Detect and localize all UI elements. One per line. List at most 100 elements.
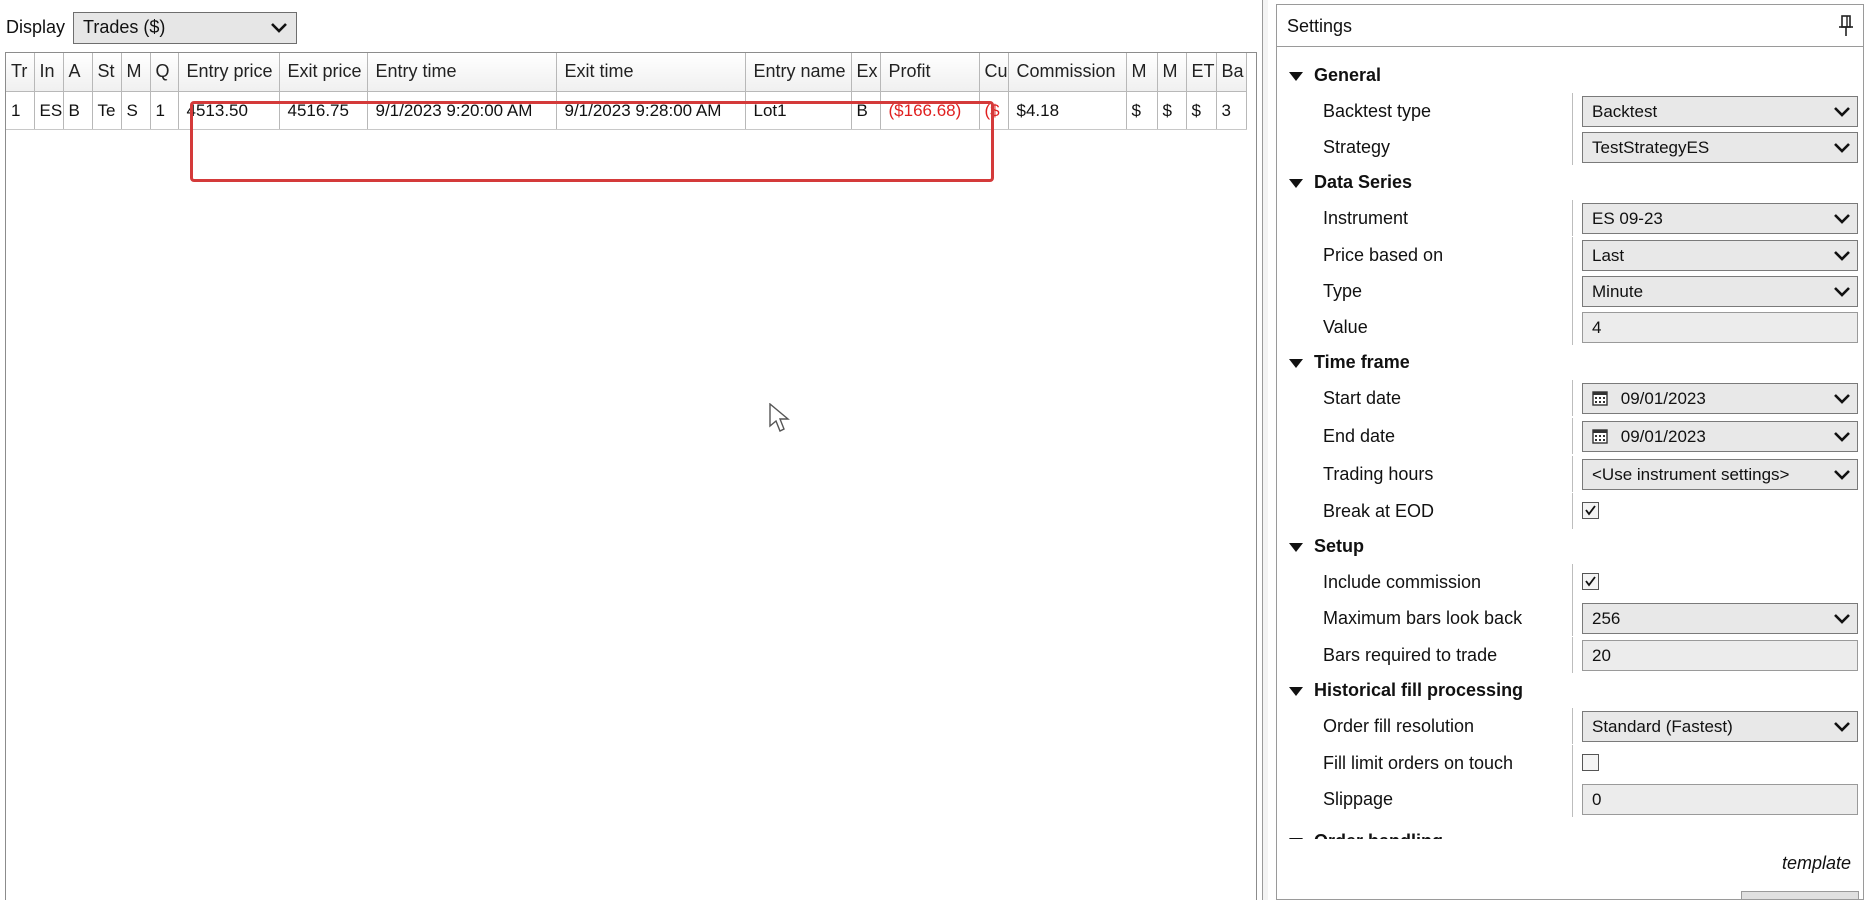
display-dropdown[interactable]: Trades ($) — [73, 12, 297, 44]
date-value: 09/01/2023 — [1620, 389, 1706, 408]
divider — [1572, 380, 1573, 416]
chevron-down-icon — [1834, 470, 1850, 480]
col-header-cum-net-profit[interactable]: Cu — [979, 53, 1009, 92]
type-dropdown[interactable]: Minute — [1582, 276, 1858, 307]
prop-label: Start date — [1323, 388, 1402, 408]
col-header-bars[interactable]: Ba — [1216, 53, 1247, 92]
run-button[interactable] — [1741, 891, 1859, 899]
property-grid: General Backtest type Backtest Strategy … — [1277, 57, 1865, 839]
col-header-commission[interactable]: Commission — [1008, 53, 1127, 92]
category-time-frame[interactable]: Time frame — [1277, 346, 1410, 380]
trades-table: Tr In A St M Q Entry price Exit price En… — [6, 53, 1247, 130]
prop-label: Value — [1323, 317, 1368, 337]
category-label: Order handling — [1314, 831, 1443, 839]
backtest-type-dropdown[interactable]: Backtest — [1582, 96, 1858, 127]
fill-limit-on-touch-checkbox[interactable] — [1582, 754, 1599, 771]
col-header-exit-price[interactable]: Exit price — [279, 53, 368, 92]
divider — [1572, 493, 1573, 529]
divider — [1572, 273, 1573, 309]
value-input[interactable]: 4 — [1582, 312, 1858, 343]
settings-header: Settings — [1277, 5, 1863, 47]
slippage-input[interactable]: 0 — [1582, 784, 1858, 815]
category-general[interactable]: General — [1277, 59, 1381, 93]
order-fill-resolution-dropdown[interactable]: Standard (Fastest) — [1582, 711, 1858, 742]
bars-required-input[interactable]: 20 — [1582, 640, 1858, 671]
prop-order-fill-resolution: Order fill resolution Standard (Fastest) — [1277, 708, 1865, 744]
settings-panel: Settings General Backtest type Backtest … — [1276, 4, 1864, 900]
price-based-on-dropdown[interactable]: Last — [1582, 240, 1858, 271]
prop-fill-limit-on-touch: Fill limit orders on touch — [1277, 745, 1865, 781]
col-header-account[interactable]: A — [63, 53, 93, 92]
col-header-profit[interactable]: Profit — [880, 53, 980, 92]
col-header-strategy[interactable]: St — [92, 53, 122, 92]
divider — [1572, 200, 1573, 236]
instrument-dropdown[interactable]: ES 09-23 — [1582, 203, 1858, 234]
cell-entry-time: 9/1/2023 9:20:00 AM — [367, 91, 557, 130]
prop-label: Order fill resolution — [1323, 716, 1475, 736]
prop-label: Price based on — [1323, 245, 1444, 265]
date-value: 09/01/2023 — [1620, 427, 1706, 446]
col-header-quantity[interactable]: Q — [150, 53, 179, 92]
strategy-dropdown[interactable]: TestStrategyES — [1582, 132, 1858, 163]
pin-icon[interactable] — [1839, 15, 1853, 37]
template-link[interactable]: template — [1782, 853, 1851, 874]
col-header-mae[interactable]: M — [1126, 53, 1158, 92]
category-label: Time frame — [1314, 352, 1410, 372]
col-header-trade-number[interactable]: Tr — [6, 53, 35, 92]
cell-trade-number: 1 — [6, 91, 35, 130]
category-order-handling[interactable]: Order handling — [1277, 825, 1443, 839]
col-header-etd[interactable]: ET — [1186, 53, 1217, 92]
chevron-down-icon — [1834, 107, 1850, 117]
category-historical-fill[interactable]: Historical fill processing — [1277, 674, 1523, 708]
prop-bars-required: Bars required to trade 20 — [1277, 637, 1865, 673]
prop-strategy: Strategy TestStrategyES — [1277, 129, 1865, 165]
mouse-cursor-icon — [769, 403, 790, 432]
divider — [1572, 93, 1573, 129]
break-at-eod-checkbox[interactable] — [1582, 502, 1599, 519]
dropdown-value: Minute — [1592, 282, 1644, 301]
col-header-exit-time[interactable]: Exit time — [556, 53, 746, 92]
panel-splitter[interactable] — [1262, 0, 1268, 900]
max-bars-look-back-dropdown[interactable]: 256 — [1582, 603, 1858, 634]
col-header-entry-price[interactable]: Entry price — [178, 53, 280, 92]
prop-label: Trading hours — [1323, 464, 1434, 484]
col-header-entry-time[interactable]: Entry time — [367, 53, 557, 92]
chevron-down-icon — [1834, 143, 1850, 153]
prop-label: Fill limit orders on touch — [1323, 753, 1514, 773]
cell-instrument: ES — [34, 91, 64, 130]
cell-market-position: S — [121, 91, 151, 130]
start-date-picker[interactable]: 09/01/2023 — [1582, 383, 1858, 414]
prop-label: Backtest type — [1323, 101, 1432, 121]
col-header-entry-name[interactable]: Entry name — [745, 53, 852, 92]
prop-start-date: Start date 09/01/2023 — [1277, 380, 1865, 416]
category-setup[interactable]: Setup — [1277, 530, 1364, 564]
cell-etd: $ — [1186, 91, 1217, 130]
collapse-triangle-icon — [1289, 179, 1303, 188]
input-value: 0 — [1592, 790, 1602, 809]
cell-commission: $4.18 — [1008, 91, 1127, 130]
trading-hours-dropdown[interactable]: <Use instrument settings> — [1582, 459, 1858, 490]
dropdown-value: ES 09-23 — [1592, 209, 1663, 228]
collapse-triangle-icon — [1289, 72, 1303, 81]
col-header-exit-name[interactable]: Ex — [851, 53, 881, 92]
divider — [1572, 418, 1573, 454]
col-header-market-position[interactable]: M — [121, 53, 151, 92]
chevron-down-icon — [1834, 287, 1850, 297]
category-label: Historical fill processing — [1314, 680, 1524, 700]
col-header-mfe[interactable]: M — [1157, 53, 1187, 92]
prop-instrument: Instrument ES 09-23 — [1277, 200, 1865, 236]
include-commission-checkbox[interactable] — [1582, 573, 1599, 590]
strategy-analyzer-panel: Display Trades ($) Tr In A St M Q Entry … — [0, 0, 1268, 900]
cell-account: B — [63, 91, 93, 130]
category-data-series[interactable]: Data Series — [1277, 166, 1412, 200]
chevron-down-icon — [271, 23, 287, 33]
divider — [1572, 309, 1573, 345]
col-header-instrument[interactable]: In — [34, 53, 64, 92]
collapse-triangle-icon — [1289, 543, 1303, 552]
end-date-picker[interactable]: 09/01/2023 — [1582, 421, 1858, 452]
collapse-triangle-icon — [1289, 359, 1303, 368]
table-row[interactable]: 1 ES B Te S 1 4513.50 4516.75 9/1/2023 9… — [6, 91, 1247, 130]
divider — [1572, 564, 1573, 600]
cell-cum-net-profit: ($ — [979, 91, 1009, 130]
prop-include-commission: Include commission — [1277, 564, 1865, 600]
